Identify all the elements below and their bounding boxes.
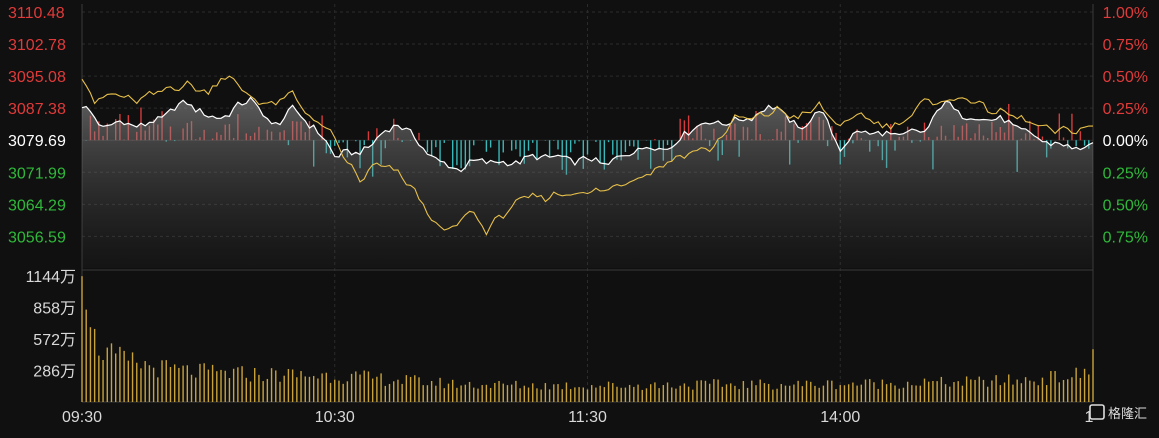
volume-tick-label: 286万	[33, 364, 76, 381]
price-tick-label: 3102.78	[8, 37, 66, 54]
price-tick-label: 3079.69	[8, 133, 66, 150]
percent-tick-label: 0.50%	[1103, 69, 1148, 86]
time-tick-label: 11:30	[568, 409, 607, 426]
intraday-chart: 3110.48 3102.78 3095.08 3087.38 3079.69 3071.…	[0, 0, 1159, 433]
percent-tick-label: 0.25%	[1103, 101, 1148, 118]
volume-tick-label: 1144万	[26, 269, 76, 286]
percent-tick-label: 0.00%	[1103, 133, 1148, 150]
time-tick-label: 09:30	[62, 409, 102, 426]
volume-tick-label: 572万	[33, 332, 76, 349]
percent-tick-label: 0.50%	[1103, 197, 1148, 214]
chart-canvas: 3110.48 3102.78 3095.08 3087.38 3079.69 3071.…	[0, 0, 1159, 433]
volume-tick-label: 858万	[33, 301, 76, 318]
percent-tick-label: 0.75%	[1103, 37, 1148, 54]
time-tick-label: 10:30	[315, 409, 355, 426]
percent-tick-label: 1.00%	[1103, 5, 1148, 22]
price-tick-label: 3087.38	[8, 101, 66, 118]
price-tick-label: 3110.48	[8, 5, 65, 22]
percent-tick-label: 0.75%	[1103, 229, 1148, 246]
time-tick-label: 1	[1085, 409, 1094, 426]
price-tick-label: 3056.59	[8, 229, 66, 246]
price-tick-label: 3064.29	[8, 197, 66, 214]
time-tick-label: 14:00	[820, 409, 860, 426]
price-tick-label: 3071.99	[8, 165, 66, 182]
price-tick-label: 3095.08	[8, 69, 66, 86]
watermark-text: 格隆汇	[1108, 406, 1147, 421]
percent-tick-label: 0.25%	[1103, 165, 1148, 182]
